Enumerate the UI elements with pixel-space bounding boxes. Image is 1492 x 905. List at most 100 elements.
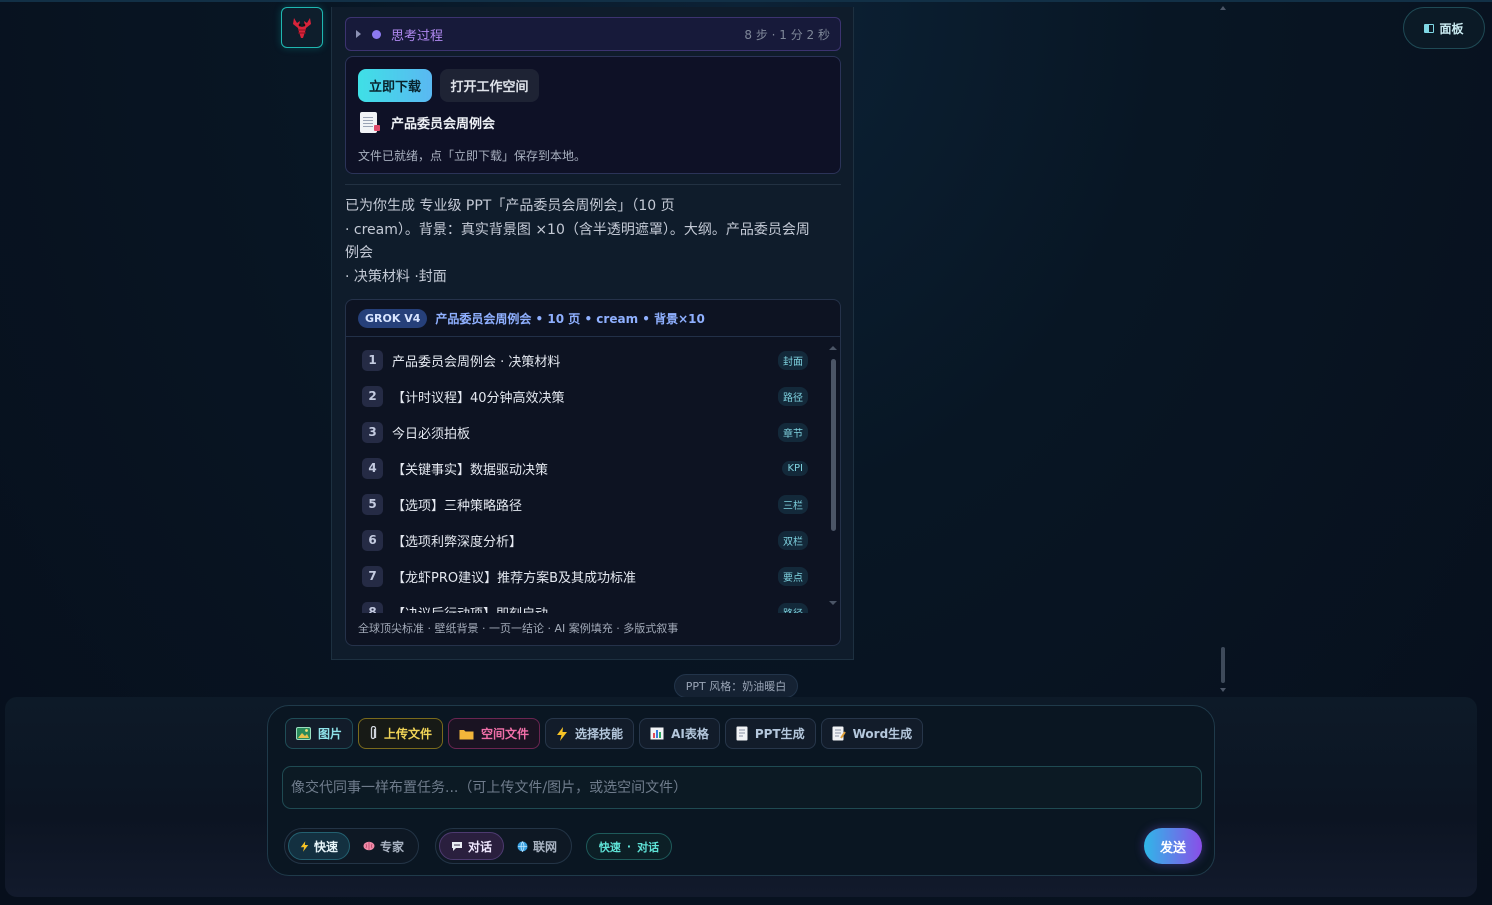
current-mode-pill: 快速 · 对话 — [586, 833, 672, 860]
file-row: 产品委员会周例会 — [360, 112, 495, 133]
slide-item[interactable]: 6 【选项利弊深度分析】 双栏 — [362, 528, 810, 552]
slide-title: 【选项利弊深度分析】 — [392, 534, 523, 550]
slide-layout-tag: 封面 — [778, 350, 808, 370]
memo-icon — [832, 726, 846, 741]
lightning-icon — [300, 840, 309, 852]
speed-fast-label: 快速 — [314, 839, 339, 854]
tool-label: 空间文件 — [481, 727, 530, 741]
bar-chart-icon — [650, 727, 664, 740]
status-dot-icon — [372, 29, 381, 39]
thinking-label: 思考过程 — [391, 28, 444, 44]
image-tool-button[interactable]: 图片 — [285, 718, 354, 749]
slide-item[interactable]: 7 【龙虾PRO建议】推荐方案B及其成功标准 要点 — [362, 564, 810, 588]
open-workspace-button[interactable]: 打开工作空间 — [440, 69, 539, 102]
thinking-process-toggle[interactable]: 思考过程 8 步 · 1 分 2 秒 — [345, 17, 841, 51]
chat-bubble-icon — [452, 841, 462, 851]
speed-expert-option[interactable]: 专家 — [352, 832, 415, 860]
slide-layout-tag: 双栏 — [778, 530, 808, 550]
slide-title: 【计时议程】40分钟高效决策 — [392, 390, 565, 406]
slide-list[interactable]: 1 产品委员会周例会 · 决策材料 封面 2 【计时议程】40分钟高效决策 路径… — [346, 345, 826, 613]
download-button[interactable]: 立即下载 — [358, 69, 432, 102]
panel-toggle-button[interactable]: 面板 — [1403, 7, 1485, 49]
space-file-button[interactable]: 空间文件 — [448, 718, 541, 749]
slide-layout-tag: 要点 — [778, 566, 808, 586]
ppt-generate-button[interactable]: PPT生成 — [724, 718, 816, 749]
thinking-meta: 8 步 · 1 分 2 秒 — [744, 27, 830, 42]
slide-item[interactable]: 1 产品委员会周例会 · 决策材料 封面 — [362, 348, 810, 372]
outline-scroll-down-arrow[interactable] — [829, 601, 837, 605]
assistant-avatar — [281, 7, 323, 48]
mode-web-label: 联网 — [533, 839, 558, 854]
document-icon — [736, 726, 748, 741]
status-speed: 快速 — [598, 840, 621, 854]
divider — [345, 184, 841, 185]
expand-triangle-icon — [356, 30, 361, 38]
file-note: 文件已就绪，点「立即下载」保存到本地。 — [358, 149, 587, 163]
mode-web-option[interactable]: 联网 — [506, 832, 568, 860]
outline-title: 产品委员会周例会 • 10 页 • cream • 背景×10 — [435, 311, 705, 326]
slide-number: 1 — [362, 349, 383, 371]
slide-item[interactable]: 4 【关键事实】数据驱动决策 KPI — [362, 456, 810, 480]
slide-number: 8 — [362, 601, 383, 613]
send-button[interactable]: 发送 — [1144, 828, 1202, 864]
word-generate-button[interactable]: Word生成 — [820, 718, 924, 749]
speed-segmented-control: 快速 专家 — [284, 828, 420, 864]
panel-icon — [1424, 23, 1435, 33]
speed-fast-option[interactable]: 快速 — [288, 832, 351, 860]
slide-number: 4 — [362, 457, 383, 479]
ai-table-button[interactable]: AI表格 — [639, 718, 720, 749]
summary-text: 已为你生成 专业级 PPT「产品委员会周例会」（10 页 · cream）。背景… — [345, 195, 841, 289]
slide-number: 6 — [362, 529, 383, 551]
model-badge: GROK V4 — [358, 308, 428, 328]
slide-title: 【关键事实】数据驱动决策 — [392, 462, 549, 478]
slide-number: 2 — [362, 385, 383, 407]
slide-item[interactable]: 5 【选项】三种策略路径 三栏 — [362, 492, 810, 516]
task-input[interactable] — [282, 766, 1202, 809]
page-scrollbar-thumb[interactable] — [1221, 647, 1225, 683]
slide-title: 【龙虾PRO建议】推荐方案B及其成功标准 — [392, 570, 637, 586]
status-mode: 对话 — [637, 840, 660, 854]
slide-layout-tag: 章节 — [778, 422, 808, 442]
mode-chat-option[interactable]: 对话 — [439, 832, 505, 860]
folder-icon — [459, 729, 474, 739]
mode-chat-label: 对话 — [468, 839, 493, 854]
slide-title: 产品委员会周例会 · 决策材料 — [392, 354, 561, 370]
image-icon — [296, 727, 311, 740]
tool-label: 选择技能 — [575, 727, 624, 741]
ppt-style-pill: PPT 风格：奶油暖白 — [674, 674, 798, 698]
top-border — [0, 0, 1492, 2]
outline-scroll-up-arrow[interactable] — [829, 346, 837, 350]
slide-item[interactable]: 8 【决议后行动项】即刻启动 路径 — [362, 600, 810, 613]
slide-number: 7 — [362, 565, 383, 587]
summary-line: · cream）。背景：真实背景图 ×10（含半透明遮罩）。大纲。产品委员会周 — [345, 221, 810, 238]
slide-title: 【决议后行动项】即刻启动 — [392, 603, 548, 614]
outline-scrollbar-thumb[interactable] — [831, 359, 836, 531]
slide-layout-tag: KPI — [782, 460, 808, 476]
slide-number: 5 — [362, 493, 383, 515]
slide-item[interactable]: 3 今日必须拍板 章节 — [362, 420, 810, 444]
file-name: 产品委员会周例会 — [391, 117, 496, 132]
slide-title: 今日必须拍板 — [392, 426, 471, 442]
ppt-outline: GROK V4 产品委员会周例会 • 10 页 • cream • 背景×10 … — [345, 299, 841, 646]
tool-label: PPT生成 — [754, 727, 805, 741]
status-separator: · — [626, 840, 632, 853]
page-scroll-up-arrow[interactable] — [1220, 6, 1226, 10]
document-icon — [360, 112, 380, 133]
summary-line: 已为你生成 专业级 PPT「产品委员会周例会」（10 页 — [345, 198, 675, 214]
slide-layout-tag: 路径 — [778, 602, 808, 613]
panel-label: 面板 — [1439, 21, 1464, 36]
summary-line: 例会 — [345, 245, 373, 261]
lobster-icon — [293, 17, 311, 38]
slide-item[interactable]: 2 【计时议程】40分钟高效决策 路径 — [362, 384, 810, 408]
summary-line: · 决策材料 ·封面 — [345, 268, 447, 285]
slide-layout-tag: 路径 — [778, 386, 808, 406]
file-card: 立即下载 打开工作空间 产品委员会周例会 文件已就绪，点「立即下载」保存到本地。 — [345, 56, 841, 174]
select-skill-button[interactable]: 选择技能 — [545, 718, 635, 749]
brain-icon — [363, 841, 375, 851]
globe-icon — [517, 840, 528, 852]
mode-segmented-control: 对话 联网 — [435, 828, 573, 864]
outline-footer: 全球顶尖标准 · 壁纸背景 · 一页一结论 · AI 案例填充 · 多版式叙事 — [358, 622, 679, 635]
lightning-icon — [557, 726, 568, 741]
upload-file-button[interactable]: 上传文件 — [358, 718, 444, 749]
page-scroll-down-arrow[interactable] — [1220, 688, 1226, 692]
